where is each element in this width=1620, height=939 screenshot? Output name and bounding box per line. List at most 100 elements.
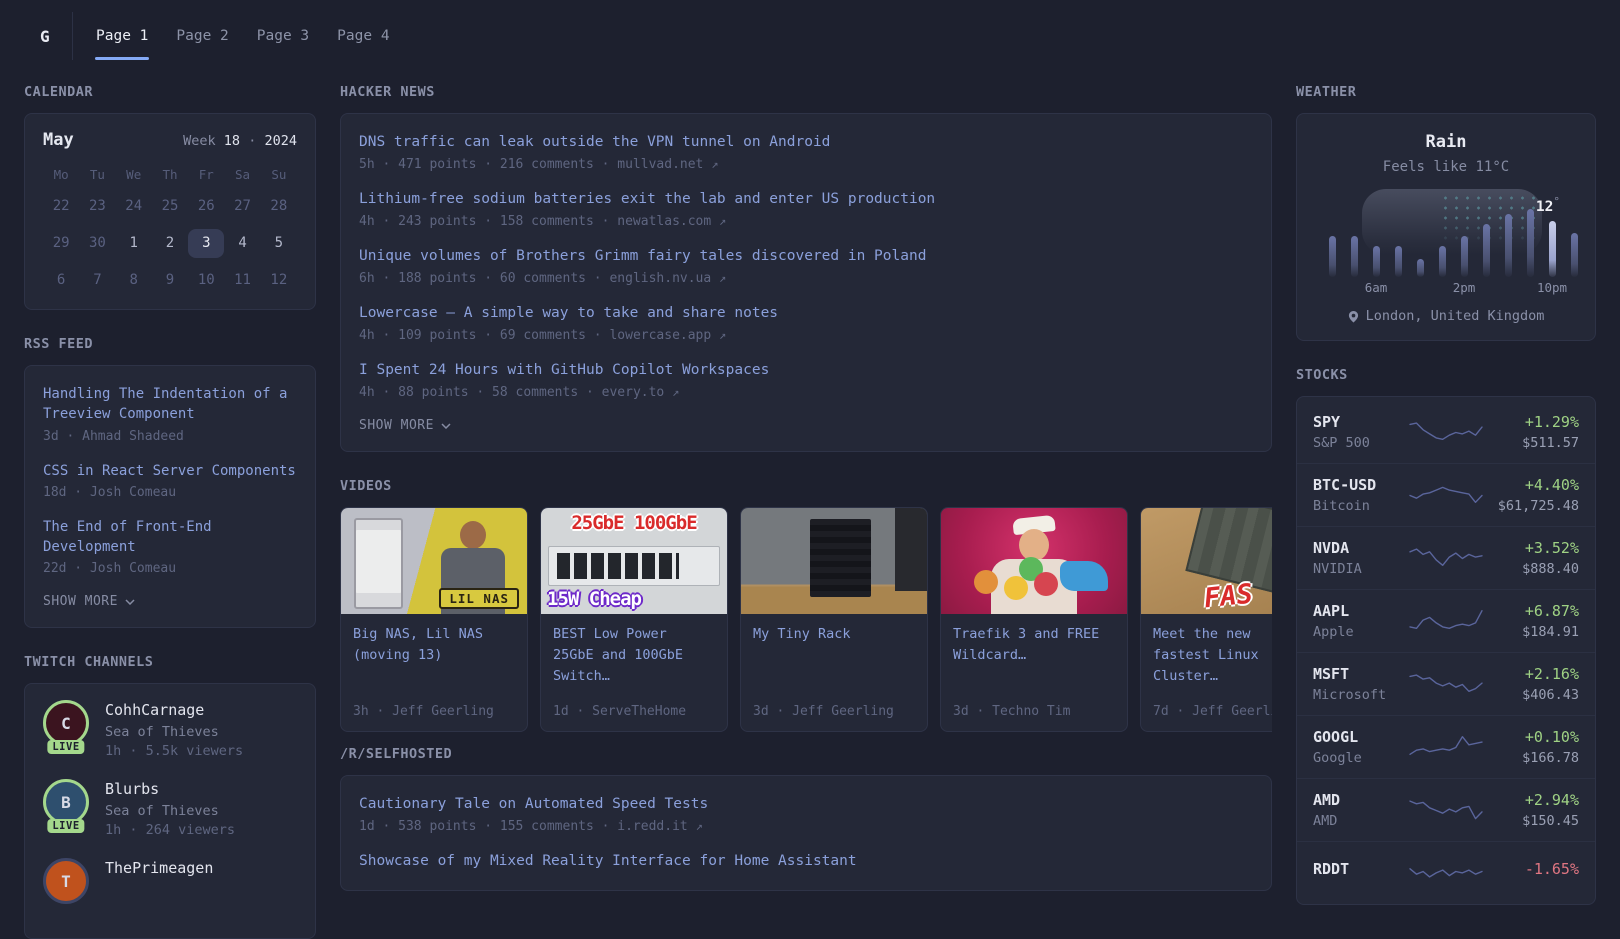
reddit-post: Cautionary Tale on Automated Speed Tests… [359,794,1253,834]
stock-values: +3.52% $888.40 [1486,539,1579,577]
weather-location-text: London, United Kingdom [1366,308,1545,324]
calendar-day: 23 [79,192,115,221]
hackernews-widget: HACKER NEWS DNS traffic can leak outside… [340,84,1272,452]
stock-change: +2.94% [1486,791,1579,809]
story-domain-link[interactable]: lowercase.app ↗ [609,328,726,343]
hackernews-show-more-button[interactable]: SHOW MORE [359,418,451,433]
story-meta: 4h · 88 points · 58 comments · every.to … [359,385,1253,400]
post-domain-link[interactable]: i.redd.it ↗ [617,819,703,834]
weather-condition: Rain [1297,132,1595,152]
calendar-dot-separator: · [248,133,256,149]
stock-row[interactable]: NVDANVIDIA +3.52%$888.40 [1297,526,1595,589]
stock-values: +2.16%$406.43 [1486,665,1579,703]
twitch-viewers: 1h · 5.5k viewers [105,743,243,759]
twitch-avatar-wrap: T [43,858,89,910]
external-link-icon: ↗ [672,385,679,399]
post-title-link[interactable]: Showcase of my Mixed Reality Interface f… [359,851,1253,872]
calendar-day: 30 [79,229,115,258]
video-card[interactable]: FAS Meet the new fastest Linux Cluster… … [1140,507,1272,732]
temp-value: 12 [1536,199,1553,215]
story-domain-link[interactable]: mullvad.net ↗ [617,157,718,172]
weather-axis-label: 6am [1365,280,1388,295]
calendar-day: 2 [152,229,188,258]
rss-item-meta-text: 18d · Josh Comeau [43,485,176,500]
story-title-link[interactable]: DNS traffic can leak outside the VPN tun… [359,132,1253,153]
weekday-label: Su [261,166,297,184]
story-title-link[interactable]: I Spent 24 Hours with GitHub Copilot Wor… [359,360,1253,381]
stock-symbol: AMD [1313,791,1406,809]
story-title-link[interactable]: Lithium-free sodium batteries exit the l… [359,189,1253,210]
tab-page-3[interactable]: Page 3 [256,12,310,60]
stock-row[interactable]: BTC-USDBitcoin +4.40%$61,725.48 [1297,463,1595,526]
weekday-label: Mo [43,166,79,184]
story-title-link[interactable]: Unique volumes of Brothers Grimm fairy t… [359,246,1253,267]
twitch-channel-row[interactable]: T ThePrimeagen [43,858,297,910]
tab-page-4[interactable]: Page 4 [336,12,390,60]
weekday-label: Tu [79,166,115,184]
video-card[interactable]: LIL NAS Big NAS, Lil NAS (moving 13) 3h … [340,507,528,732]
calendar-widget-title: CALENDAR [24,84,316,100]
stock-row[interactable]: RDDT -1.65% [1297,841,1595,900]
story-meta: 4h · 109 points · 69 comments · lowercas… [359,328,1253,343]
middle-column: HACKER NEWS DNS traffic can leak outside… [340,84,1272,891]
stock-symbol: NVDA [1313,539,1406,557]
stock-info: AMDAMD [1313,791,1406,829]
videos-widget-title: VIDEOS [340,478,1272,494]
stock-values: +4.40%$61,725.48 [1486,476,1579,514]
calendar-day: 25 [152,192,188,221]
rss-show-more-button[interactable]: SHOW MORE [43,594,135,609]
video-thumbnail: 25GbE 100GbE 15W Cheap [541,508,727,614]
video-card[interactable]: Traefik 3 and FREE Wildcard… 3d · Techno… [940,507,1128,732]
stock-price: $888.40 [1486,561,1579,577]
story-domain-link[interactable]: newatlas.com ↗ [617,214,726,229]
stocks-card: SPYS&P 500 +1.29%$511.57 BTC-USDBitcoin … [1296,396,1596,905]
calendar-day: 27 [224,192,260,221]
thumbnail-caption: 25GbE 100GbE [541,512,727,534]
dashboard-page: G Page 1 Page 2 Page 3 Page 4 CALENDAR M… [0,12,1620,939]
story-domain: mullvad.net [617,157,703,172]
rss-item-link[interactable]: Handling The Indentation of a Treeview C… [43,384,297,425]
twitch-channel-row[interactable]: C LIVE CohhCarnage Sea of Thieves 1h · 5… [43,700,297,759]
right-column: WEATHER Rain Feels like 11°C 12° 6am2pm1… [1296,84,1596,905]
stock-row[interactable]: AMDAMD +2.94%$150.45 [1297,778,1595,841]
stock-sparkline [1406,667,1486,701]
stock-row[interactable]: GOOGLGoogle +0.10%$166.78 [1297,715,1595,778]
stock-change: +2.16% [1486,665,1579,683]
story-title-link[interactable]: Lowercase – A simple way to take and sha… [359,303,1253,324]
app-logo[interactable]: G [24,12,72,60]
rss-item-link[interactable]: The End of Front-End Development [43,517,297,558]
tab-page-2[interactable]: Page 2 [175,12,229,60]
thumbnail-caption: 15W Cheap [547,588,641,610]
video-card[interactable]: My Tiny Rack 3d · Jeff Geerling [740,507,928,732]
tab-page-1[interactable]: Page 1 [95,12,149,60]
rss-item-link[interactable]: CSS in React Server Components [43,461,297,481]
rss-widget: RSS FEED Handling The Indentation of a T… [24,336,316,628]
show-more-label: SHOW MORE [359,418,434,433]
video-meta: 3d · Techno Tim [953,704,1115,719]
twitch-channel-row[interactable]: B LIVE Blurbs Sea of Thieves 1h · 264 vi… [43,779,297,838]
stock-row[interactable]: MSFTMicrosoft +2.16%$406.43 [1297,652,1595,715]
rss-item-meta-text: 3d · Ahmad Shadeed [43,429,184,444]
reddit-post: Showcase of my Mixed Reality Interface f… [359,851,1253,872]
stocks-widget-title: STOCKS [1296,367,1596,383]
stock-change: +0.10% [1486,728,1579,746]
stock-sparkline [1406,415,1486,449]
weather-bar [1417,259,1424,277]
videos-carousel: LIL NAS Big NAS, Lil NAS (moving 13) 3h … [340,507,1272,732]
story-domain: newatlas.com [617,214,711,229]
story-domain-link[interactable]: every.to ↗ [602,385,680,400]
video-card-body: Big NAS, Lil NAS (moving 13) 3h · Jeff G… [341,614,527,731]
weekday-label: We [116,166,152,184]
video-card[interactable]: 25GbE 100GbE 15W Cheap BEST Low Power 25… [540,507,728,732]
weather-bar [1461,236,1468,277]
stock-info: MSFTMicrosoft [1313,665,1406,703]
post-title-link[interactable]: Cautionary Tale on Automated Speed Tests [359,794,1253,815]
story-domain-link[interactable]: english.nv.ua ↗ [609,271,726,286]
hn-story: Unique volumes of Brothers Grimm fairy t… [359,246,1253,286]
rss-item: The End of Front-End Development 22d · J… [43,517,297,577]
stock-row[interactable]: AAPLApple +6.87%$184.91 [1297,589,1595,652]
stock-change: +3.52% [1486,539,1579,557]
weather-bar [1329,236,1336,277]
stock-row[interactable]: SPYS&P 500 +1.29%$511.57 [1297,401,1595,463]
video-thumbnail [941,508,1127,614]
